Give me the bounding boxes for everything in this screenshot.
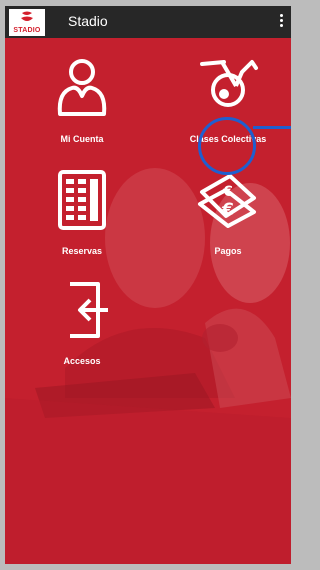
tile-label: Pagos	[214, 246, 242, 256]
app-bar: STADIO Stadio	[5, 6, 291, 38]
calendar-grid-icon	[58, 170, 106, 230]
stadio-logo: STADIO	[9, 9, 45, 36]
user-profile-icon	[57, 59, 107, 116]
tile-accesos[interactable]: Accesos	[22, 278, 142, 374]
svg-text:€: €	[222, 184, 233, 200]
exercise-bike-icon	[200, 60, 258, 107]
tile-reservas[interactable]: Reservas	[22, 168, 142, 264]
highlight-ring	[198, 117, 256, 175]
tile-label: Accesos	[63, 356, 101, 366]
enter-door-icon	[70, 282, 108, 338]
logo-text: STADIO	[13, 27, 41, 34]
app-title: Stadio	[68, 13, 108, 29]
tile-pagos[interactable]: € € Pagos	[168, 168, 288, 264]
svg-text:€: €	[221, 200, 234, 220]
tile-label: Reservas	[61, 246, 103, 256]
highlight-pointer-line	[253, 126, 291, 129]
kebab-menu-icon[interactable]	[277, 14, 285, 30]
main-content: Mi Cuenta Clases Colectivas Reservas € €…	[5, 38, 291, 564]
tile-label: Mi Cuenta	[60, 134, 104, 144]
phone-screen: STADIO Stadio Mi Cuenta Clases Colectiva…	[5, 6, 291, 564]
tile-mi-cuenta[interactable]: Mi Cuenta	[22, 56, 142, 152]
euro-banknote-icon: € €	[198, 174, 256, 228]
